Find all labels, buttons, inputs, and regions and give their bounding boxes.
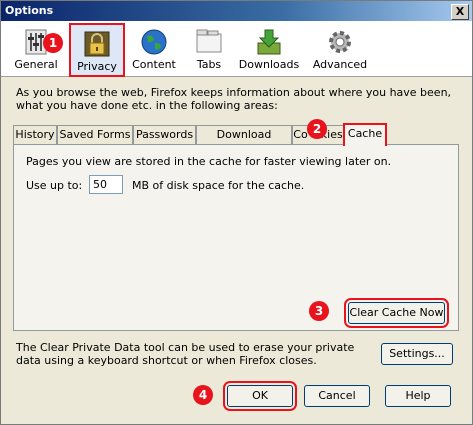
pane-content[interactable]: Content bbox=[129, 23, 179, 73]
annotation-badge-3: 3 bbox=[309, 301, 329, 321]
privacy-tabstrip: History Saved Forms Passwords Download H… bbox=[13, 123, 463, 159]
cancel-button[interactable]: Cancel bbox=[304, 385, 370, 407]
pane-privacy[interactable]: Privacy bbox=[69, 23, 125, 77]
pane-label: Privacy bbox=[77, 60, 117, 73]
downloads-icon bbox=[257, 29, 281, 55]
privacy-lock-icon bbox=[84, 31, 110, 57]
tab-cache[interactable]: Cache bbox=[343, 123, 387, 146]
advanced-gear-icon bbox=[329, 31, 351, 53]
pane-downloads[interactable]: Downloads bbox=[237, 23, 301, 73]
pane-label: Content bbox=[132, 58, 176, 71]
pane-label: Tabs bbox=[196, 58, 222, 71]
tab-history[interactable]: History bbox=[13, 125, 57, 144]
pane-label: General bbox=[14, 58, 58, 71]
close-button[interactable]: X bbox=[451, 4, 469, 20]
tabs-icon bbox=[196, 29, 222, 53]
pane-label: Downloads bbox=[238, 58, 300, 71]
window-title: Options bbox=[5, 4, 54, 17]
tab-download-history[interactable]: Download History bbox=[196, 125, 292, 159]
pane-label: Advanced bbox=[312, 58, 368, 71]
tab-passwords[interactable]: Passwords bbox=[133, 125, 196, 144]
ok-button[interactable]: OK bbox=[223, 381, 297, 411]
annotation-badge-4: 4 bbox=[193, 385, 213, 405]
clear-cache-now-button[interactable]: Clear Cache Now bbox=[344, 298, 449, 328]
help-button[interactable]: Help bbox=[385, 385, 451, 407]
options-window: Options X General Privacy Content Tabs D… bbox=[0, 0, 473, 425]
title-bar: Options X bbox=[1, 1, 472, 21]
use-up-to-label: Use up to: bbox=[26, 179, 83, 192]
clear-private-data-text: The Clear Private Data tool can be used … bbox=[16, 341, 355, 367]
annotation-badge-2: 2 bbox=[307, 119, 327, 139]
tab-cookies-label-start: Co bbox=[293, 128, 308, 141]
cache-size-input[interactable] bbox=[89, 175, 123, 194]
content-globe-icon bbox=[141, 29, 167, 55]
preferences-toolbar: General Privacy Content Tabs Downloads A… bbox=[1, 21, 472, 77]
cache-size-suffix: MB of disk space for the cache. bbox=[132, 179, 305, 192]
pane-advanced[interactable]: Advanced bbox=[309, 23, 371, 73]
pane-tabs[interactable]: Tabs bbox=[187, 23, 231, 73]
cache-description: Pages you view are stored in the cache f… bbox=[26, 155, 392, 168]
privacy-description: As you browse the web, Firefox keeps inf… bbox=[16, 86, 452, 112]
annotation-badge-1: 1 bbox=[43, 33, 63, 53]
cache-panel: Pages you view are stored in the cache f… bbox=[13, 144, 459, 331]
settings-button[interactable]: Settings... bbox=[381, 343, 453, 365]
tab-saved-forms[interactable]: Saved Forms bbox=[57, 125, 133, 144]
